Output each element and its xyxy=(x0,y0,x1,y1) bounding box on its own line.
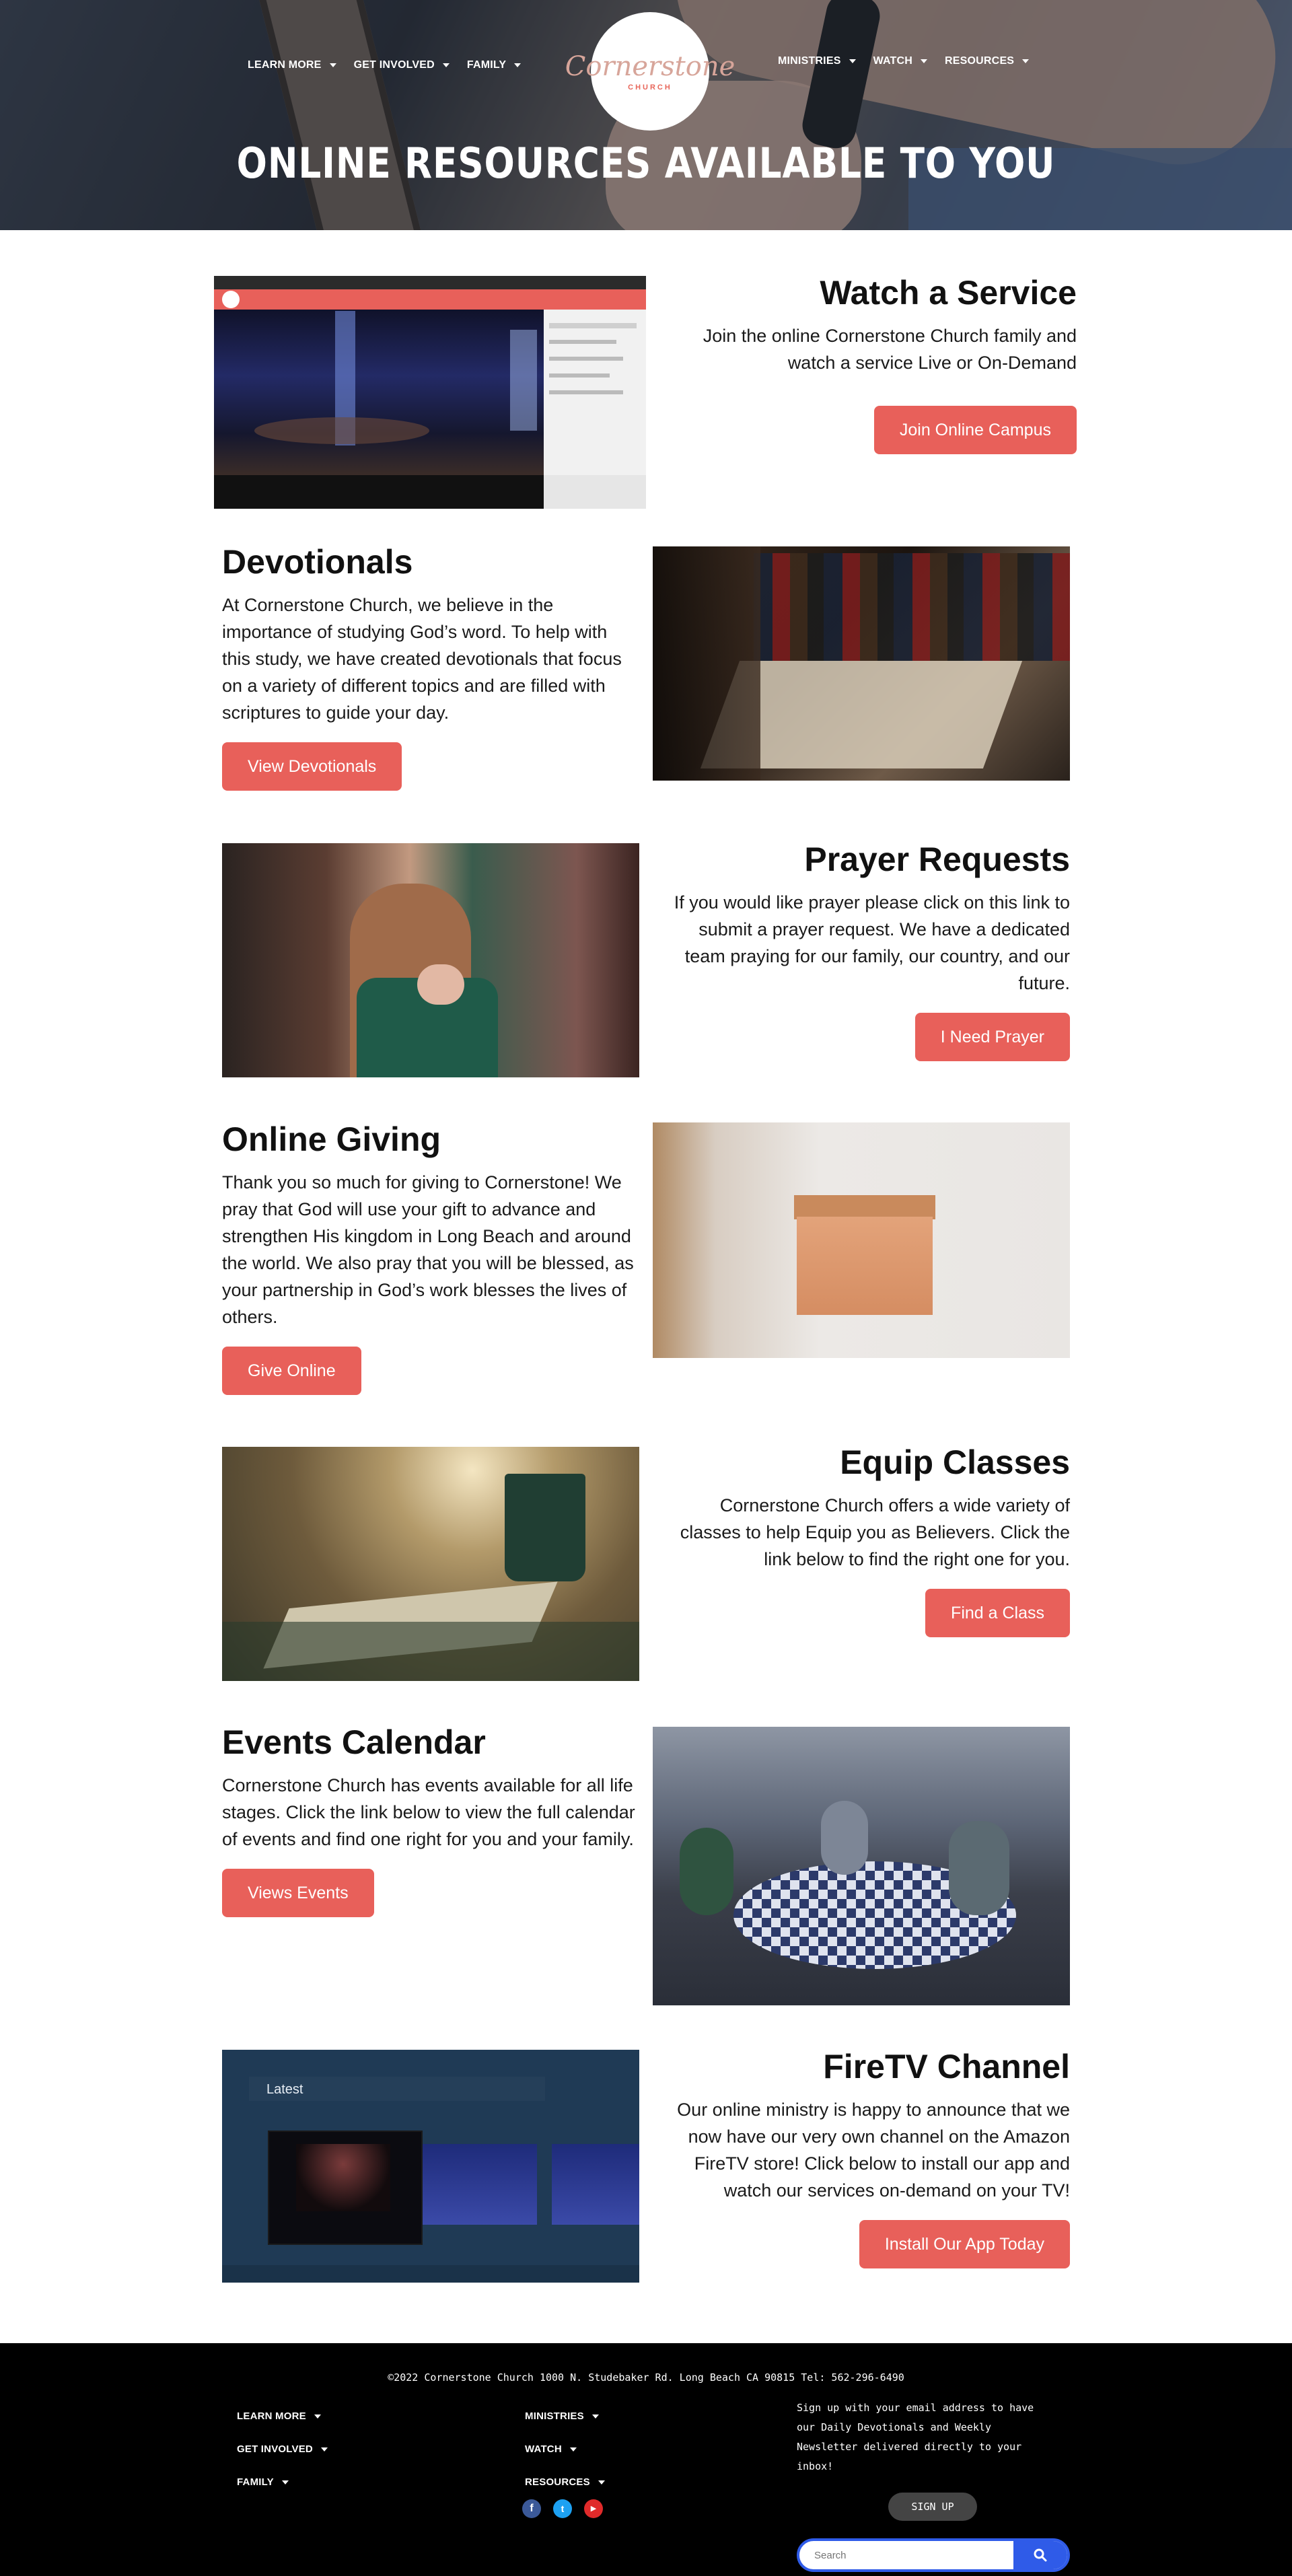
nav-get-involved[interactable]: GET INVOLVED xyxy=(354,59,450,71)
footer-nav-ministries[interactable]: MINISTRIES xyxy=(525,2410,605,2422)
page-title: ONLINE RESOURCES AVAILABLE TO YOU xyxy=(236,139,1056,188)
section-title: Prayer Requests xyxy=(804,840,1070,878)
section-prayer-requests: Prayer Requests If you would like prayer… xyxy=(659,841,1070,1061)
section-title: Online Giving xyxy=(222,1120,441,1158)
events-calendar-image xyxy=(653,1727,1070,2005)
footer-nav-family[interactable]: FAMILY xyxy=(237,2476,328,2488)
section-firetv-channel: FireTV Channel Our online ministry is ha… xyxy=(659,2048,1070,2268)
church-logo[interactable]: Cornerstone CHURCH xyxy=(565,12,735,131)
section-equip-classes: Equip Classes Cornerstone Church offers … xyxy=(659,1444,1070,1637)
search-button[interactable] xyxy=(1013,2541,1067,2569)
section-title: Equip Classes xyxy=(840,1443,1070,1481)
join-online-campus-button[interactable]: Join Online Campus xyxy=(873,406,1077,454)
section-text: Join the online Cornerstone Church famil… xyxy=(703,326,1077,373)
footer-nav-resources[interactable]: RESOURCES xyxy=(525,2476,605,2488)
chevron-down-icon xyxy=(598,2480,605,2484)
chevron-down-icon xyxy=(320,2447,328,2452)
signup-button[interactable]: SIGN UP xyxy=(888,2493,977,2521)
chevron-down-icon xyxy=(442,63,450,67)
nav-learn-more[interactable]: LEARN MORE xyxy=(248,59,336,71)
nav-ministries[interactable]: MINISTRIES xyxy=(778,55,856,67)
find-a-class-button[interactable]: Find a Class xyxy=(925,1589,1070,1637)
footer-copyright: ©2022 Cornerstone Church 1000 N. Studeba… xyxy=(388,2371,904,2384)
section-watch-service: Watch a Service Join the online Cornerst… xyxy=(659,275,1077,454)
online-giving-image xyxy=(653,1122,1070,1358)
footer-nav-watch[interactable]: WATCH xyxy=(525,2443,605,2455)
equip-classes-image xyxy=(222,1447,639,1681)
section-title: Watch a Service xyxy=(820,274,1077,312)
watch-service-image xyxy=(214,276,646,509)
section-online-giving: Online Giving Thank you so much for givi… xyxy=(222,1121,639,1395)
search-bar xyxy=(797,2538,1070,2572)
main-nav-right: MINISTRIES WATCH RESOURCES xyxy=(778,55,1030,67)
section-text: Thank you so much for giving to Cornerst… xyxy=(222,1172,634,1327)
nav-resources[interactable]: RESOURCES xyxy=(945,55,1030,67)
section-text: Our online ministry is happy to announce… xyxy=(677,2100,1070,2201)
firetv-latest-label: Latest xyxy=(266,2082,303,2097)
search-input[interactable] xyxy=(799,2541,1015,2569)
chevron-down-icon xyxy=(569,2447,577,2452)
install-our-app-button[interactable]: Install Our App Today xyxy=(859,2220,1070,2268)
social-links: f t ▶ xyxy=(522,2499,603,2518)
prayer-requests-image xyxy=(222,843,639,1077)
section-text: Cornerstone Church has events available … xyxy=(222,1775,635,1849)
section-text: If you would like prayer please click on… xyxy=(674,892,1070,993)
devotionals-image xyxy=(653,546,1070,781)
footer-nav-get-involved[interactable]: GET INVOLVED xyxy=(237,2443,328,2455)
section-title: FireTV Channel xyxy=(823,2048,1070,2085)
section-devotionals: Devotionals At Cornerstone Church, we be… xyxy=(222,544,639,791)
newsletter-signup-text: Sign up with your email address to have … xyxy=(797,2402,1034,2472)
chevron-down-icon xyxy=(591,2414,599,2419)
chevron-down-icon xyxy=(1022,59,1030,63)
chevron-down-icon xyxy=(514,63,522,67)
chevron-down-icon xyxy=(314,2414,321,2419)
chevron-down-icon xyxy=(921,59,928,63)
section-text: Cornerstone Church offers a wide variety… xyxy=(680,1495,1070,1569)
youtube-icon[interactable]: ▶ xyxy=(584,2499,603,2518)
footer-nav-learn-more[interactable]: LEARN MORE xyxy=(237,2410,328,2422)
facebook-icon[interactable]: f xyxy=(522,2499,541,2518)
section-events-calendar: Events Calendar Cornerstone Church has e… xyxy=(222,1724,639,1917)
view-devotionals-button[interactable]: View Devotionals xyxy=(222,742,402,791)
give-online-button[interactable]: Give Online xyxy=(222,1347,361,1395)
main-nav-left: LEARN MORE GET INVOLVED FAMILY xyxy=(248,59,522,71)
firetv-image: Latest xyxy=(222,2050,639,2283)
search-icon xyxy=(1034,2548,1047,2562)
hero-banner: LEARN MORE GET INVOLVED FAMILY Cornersto… xyxy=(0,0,1292,230)
section-title: Events Calendar xyxy=(222,1723,486,1761)
twitter-icon[interactable]: t xyxy=(553,2499,572,2518)
chevron-down-icon xyxy=(329,63,336,67)
i-need-prayer-button[interactable]: I Need Prayer xyxy=(914,1013,1070,1061)
footer-nav-col1: LEARN MORE GET INVOLVED FAMILY xyxy=(237,2410,328,2488)
nav-family[interactable]: FAMILY xyxy=(467,59,522,71)
nav-watch[interactable]: WATCH xyxy=(873,55,928,67)
section-title: Devotionals xyxy=(222,543,413,581)
footer: ©2022 Cornerstone Church 1000 N. Studeba… xyxy=(0,2343,1292,2576)
footer-nav-col2: MINISTRIES WATCH RESOURCES xyxy=(525,2410,605,2488)
chevron-down-icon xyxy=(281,2480,289,2484)
chevron-down-icon xyxy=(849,59,856,63)
views-events-button[interactable]: Views Events xyxy=(222,1869,374,1917)
section-text: At Cornerstone Church, we believe in the… xyxy=(222,595,622,723)
